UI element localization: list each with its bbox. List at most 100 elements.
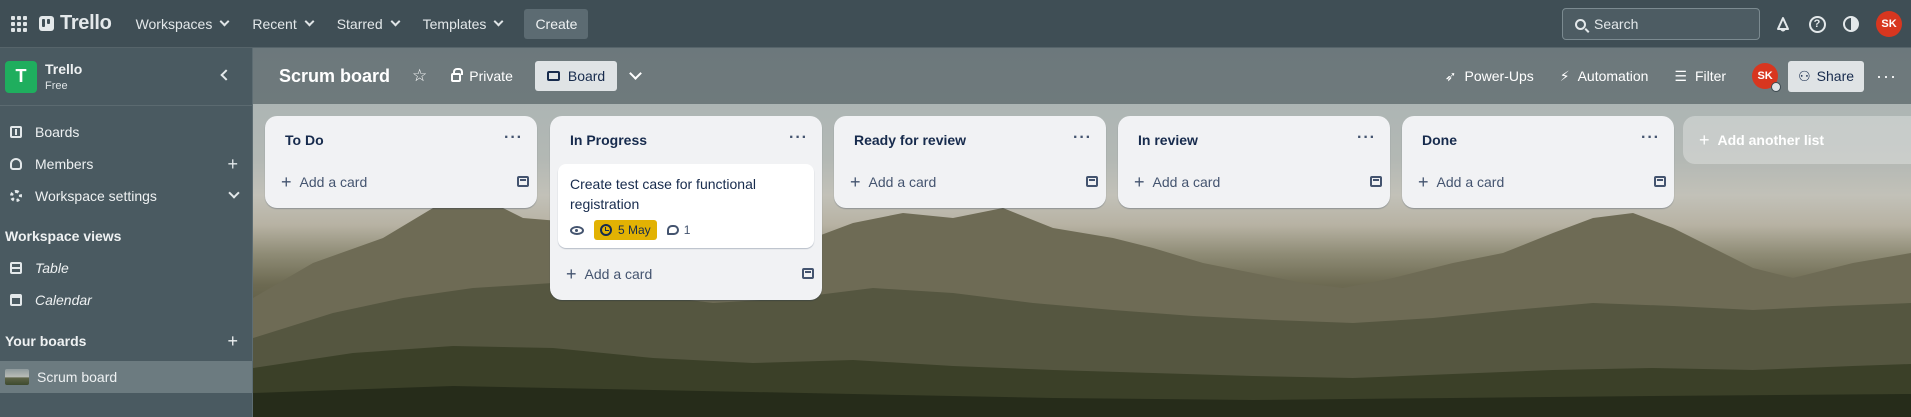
add-card-button[interactable]: + Add a card <box>550 256 814 292</box>
card-template-icon[interactable] <box>1654 176 1666 187</box>
list-in-progress: In Progress ··· Create test case for fun… <box>550 116 822 300</box>
list-header: In Progress ··· <box>550 116 822 164</box>
plus-icon: + <box>1699 129 1710 150</box>
table-icon <box>10 262 22 274</box>
list-menu-icon[interactable]: ··· <box>789 129 808 147</box>
search-input[interactable]: Search <box>1562 8 1760 40</box>
list-header: To Do ··· <box>265 116 537 164</box>
theme-toggle-icon[interactable] <box>1841 14 1861 34</box>
plus-icon: + <box>850 171 861 192</box>
nav-starred-label: Starred <box>336 15 383 32</box>
filter-button[interactable]: ☰ Filter <box>1674 68 1726 85</box>
card[interactable]: Create test case for functional registra… <box>558 164 814 248</box>
workspace-name: Trello <box>45 61 83 77</box>
create-button[interactable]: Create <box>524 8 589 39</box>
card-template-icon[interactable] <box>517 176 529 187</box>
nav-workspaces-label: Workspaces <box>135 15 213 32</box>
nav-recent[interactable]: Recent <box>252 16 315 32</box>
logo-text: Trello <box>60 12 112 34</box>
board-canvas: Scrum board ☆ Private Board ➶ Power-Ups … <box>253 48 1911 417</box>
user-avatar[interactable]: SK <box>1876 11 1902 37</box>
plus-icon: + <box>566 263 577 284</box>
due-date-badge[interactable]: 5 May <box>594 220 657 240</box>
workspace-views-heading: Workspace views <box>5 228 122 244</box>
chevron-down-icon[interactable] <box>629 67 643 80</box>
add-card-label: Add a card <box>584 266 653 282</box>
add-card-button[interactable]: + Add a card <box>265 164 529 200</box>
sidebar-item-boards[interactable]: Boards <box>0 116 252 148</box>
board-menu-icon[interactable]: ··· <box>1876 66 1897 87</box>
visibility-button[interactable]: Private <box>451 68 513 84</box>
chevron-down-icon <box>390 16 401 27</box>
board-title[interactable]: Scrum board <box>279 66 390 87</box>
sidebar-item-label: Table <box>35 260 69 276</box>
calendar-icon <box>10 294 22 306</box>
list-title[interactable]: In review <box>1138 132 1198 148</box>
sidebar-item-members[interactable]: Members + <box>0 148 252 180</box>
list-header: Done ··· <box>1402 116 1674 164</box>
list-menu-icon[interactable]: ··· <box>1641 129 1660 147</box>
search-placeholder: Search <box>1594 16 1639 32</box>
list-title[interactable]: To Do <box>285 132 324 148</box>
add-card-button[interactable]: + Add a card <box>1402 164 1666 200</box>
gear-icon <box>10 190 22 202</box>
sidebar-item-calendar[interactable]: Calendar <box>0 284 252 316</box>
add-card-button[interactable]: + Add a card <box>1118 164 1382 200</box>
add-card-label: Add a card <box>299 174 368 190</box>
share-button[interactable]: ⚇ Share <box>1788 60 1865 92</box>
add-another-list-button[interactable]: + Add another list <box>1683 116 1911 164</box>
top-navigation-bar: Trello Workspaces Recent Starred Templat… <box>0 0 1911 48</box>
trello-logo-icon <box>39 16 54 31</box>
sidebar-item-label: Members <box>35 156 94 172</box>
power-ups-button[interactable]: ➶ Power-Ups <box>1445 68 1534 85</box>
workspace-logo: T <box>5 60 37 93</box>
lock-icon <box>451 68 464 82</box>
nav-starred[interactable]: Starred <box>336 15 401 32</box>
add-member-icon[interactable]: + <box>227 154 238 175</box>
lightning-icon: ⚡ <box>1559 67 1570 84</box>
star-icon[interactable]: ☆ <box>412 66 427 86</box>
help-icon[interactable]: ? <box>1807 14 1827 34</box>
nav-workspaces[interactable]: Workspaces <box>135 15 230 32</box>
plus-icon: + <box>281 171 292 192</box>
collapse-sidebar-icon[interactable] <box>220 69 232 81</box>
chevron-down-icon <box>304 16 315 27</box>
comment-count: 1 <box>683 223 691 237</box>
automation-button[interactable]: ⚡ Automation <box>1560 68 1649 85</box>
list-menu-icon[interactable]: ··· <box>1357 129 1376 147</box>
trello-logo[interactable]: Trello <box>39 12 112 35</box>
app-switcher-icon[interactable] <box>11 15 27 32</box>
nav-templates-label: Templates <box>422 15 487 32</box>
board-view-button[interactable]: Board <box>534 61 618 91</box>
comment-icon <box>666 225 679 235</box>
workspace-sidebar: T Trello Free Boards Members + Workspace… <box>0 48 253 417</box>
list-menu-icon[interactable]: ··· <box>504 129 523 147</box>
add-person-icon: ⚇ <box>1798 67 1811 84</box>
sidebar-item-workspace-settings[interactable]: Workspace settings <box>0 180 252 212</box>
chevron-down-icon <box>219 16 230 27</box>
add-board-icon[interactable]: + <box>227 331 238 352</box>
nav-templates[interactable]: Templates <box>422 15 504 32</box>
list-title[interactable]: Ready for review <box>854 132 966 148</box>
board-icon <box>10 126 22 138</box>
add-card-button[interactable]: + Add a card <box>834 164 1098 200</box>
card-template-icon[interactable] <box>1086 176 1098 187</box>
comments-badge: 1 <box>666 223 691 237</box>
sidebar-item-table[interactable]: Table <box>0 252 252 284</box>
list-title[interactable]: Done <box>1422 132 1457 148</box>
workspace-plan: Free <box>45 80 68 92</box>
add-card-label: Add a card <box>1436 174 1505 190</box>
card-template-icon[interactable] <box>1370 176 1382 187</box>
list-title[interactable]: In Progress <box>570 132 647 148</box>
list-menu-icon[interactable]: ··· <box>1073 129 1092 147</box>
share-label: Share <box>1816 68 1855 84</box>
sidebar-board-scrum-board[interactable]: Scrum board <box>0 361 252 393</box>
rocket-icon: ➶ <box>1444 67 1457 84</box>
admin-badge-icon <box>1771 82 1782 92</box>
notifications-icon[interactable] <box>1773 14 1793 34</box>
card-template-icon[interactable] <box>802 268 814 279</box>
chevron-down-icon <box>228 187 240 199</box>
add-card-label: Add a card <box>868 174 937 190</box>
board-member-avatar[interactable]: SK <box>1752 63 1782 92</box>
chevron-down-icon <box>493 16 504 27</box>
